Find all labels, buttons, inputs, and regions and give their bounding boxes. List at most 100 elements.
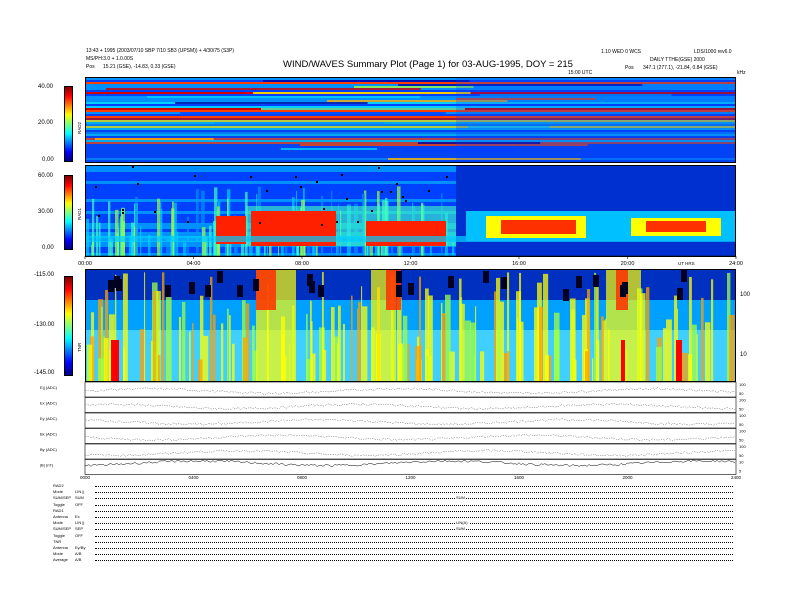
time-axis-unit: UT HRS <box>678 261 695 266</box>
footer-dots <box>95 492 733 494</box>
line-series <box>84 418 736 426</box>
line-tick-hi: 100 <box>739 382 746 387</box>
footer-key: Toggle <box>53 532 65 538</box>
header-pos-value-right: 347.1 (277.1), -21.84, 0.84 (GSE) <box>643 65 718 71</box>
header-pos-label-left: Pos <box>86 64 95 70</box>
footer-dots <box>95 560 733 562</box>
header-pos-label-right: Pos <box>625 65 634 71</box>
footer-dots <box>95 486 733 487</box>
rad1-tick-bottom: 0.00 <box>42 245 54 251</box>
bottom-axis-tick: 0400 <box>188 475 199 480</box>
tnr-tick-top: -115.00 <box>34 272 54 278</box>
footer-row: Antenna Ey/By <box>53 545 733 551</box>
footer-dots <box>95 541 733 543</box>
line-tick-lo: 50 <box>739 438 744 443</box>
footer-dots <box>95 535 733 537</box>
footer-row: Mode LIN || <box>53 489 733 495</box>
line-label: Bx (ADC) <box>40 432 58 437</box>
time-axis-tick: 20:00 <box>621 261 635 267</box>
footer-key: RAD2 <box>53 483 64 488</box>
footer-key: Mode <box>53 489 64 495</box>
page-title: WIND/WAVES Summary Plot (Page 1) for 03-… <box>283 59 573 70</box>
bottom-axis-tick: 0800 <box>297 475 308 480</box>
footer-key: Mode <box>53 551 64 557</box>
line-tick-lo: 50 <box>739 422 744 427</box>
rad2-spectrogram-image <box>86 78 735 162</box>
line-tick-hi: 100 <box>739 429 746 434</box>
footer-dots <box>95 554 733 556</box>
footer-key: RAD1 <box>53 507 64 513</box>
line-panel <box>84 428 737 444</box>
footer-row: Mode A/B <box>53 551 733 557</box>
time-axis: 00:00 04:00 08:00 12:00 16:00 20:00 24:00 UT HR… <box>78 255 743 267</box>
line-tick-lo: 50 <box>739 453 744 458</box>
header-info-2: MS/PH:3.0 + 1.0.00S <box>86 56 134 62</box>
footer-dots <box>95 504 733 506</box>
footer-dots <box>95 498 733 500</box>
footer-value: SEP <box>75 526 84 532</box>
bottom-axis-tick: 0000 <box>80 475 91 480</box>
line-series <box>84 449 736 457</box>
tnr-tick-mid: -130.00 <box>34 322 55 328</box>
rad2-label: RAD2 <box>77 121 82 134</box>
header-info-right-2: DAILY TTHE(GSE) 2000 <box>650 57 705 63</box>
rad2-spectrogram <box>85 77 736 163</box>
rad1-spectrogram-image <box>86 166 735 256</box>
footer-key: SUM/SEP <box>53 526 72 532</box>
footer-value: OFF <box>75 532 83 538</box>
line-series <box>84 434 736 442</box>
header-top-unit: kHz <box>737 70 746 76</box>
line-tick-hi: 100 <box>739 444 746 449</box>
line-label: E|| (ADC) <box>40 385 58 390</box>
footer-key: Mode <box>53 520 64 526</box>
header-info-right-1b: LDS/1000 rev6.0 <box>694 49 732 55</box>
footer-value: Ex <box>75 514 80 519</box>
time-axis-tick: 04:00 <box>187 261 201 267</box>
rad1-spectrogram <box>85 165 736 257</box>
line-tick-lo: 50 <box>739 391 744 396</box>
time-axis-tick: 24:00 <box>729 261 743 267</box>
line-panel <box>84 381 737 398</box>
time-axis-tick: 12:00 <box>404 261 418 267</box>
tnr-tick-bottom: -145.00 <box>34 370 55 376</box>
line-panel <box>84 443 737 460</box>
rad2-tick-bottom: 0.00 <box>42 157 54 163</box>
footer-key: Antenna <box>53 545 68 550</box>
line-label: Ey (ADC) <box>40 416 58 421</box>
footer-row: Antenna Ex <box>53 514 733 520</box>
footer-value: SUM <box>75 495 84 501</box>
footer-row: SUM/SEP SUM SUM <box>53 495 733 501</box>
footer-mid-value: SUM <box>455 495 466 501</box>
footer-row: Toggle OFF <box>53 502 733 508</box>
rad1-label: RAD1 <box>77 207 82 220</box>
line-label: |B| (nT) <box>40 463 54 468</box>
header-top-time: 15:00 UTC <box>568 70 593 76</box>
footer-key: Antenna <box>53 514 68 519</box>
footer-mid-value: SUM <box>455 526 466 532</box>
tnr-label: TNR <box>77 342 82 352</box>
line-label: By (ADC) <box>40 447 58 452</box>
footer-key: SUM/SEP <box>53 495 72 501</box>
bottom-axis-tick: 2400 <box>731 475 742 480</box>
bottom-axis-tick: 1200 <box>405 475 416 480</box>
header-pos-value-left: 15.21 (GSE), -14.83, 0.33 (GSE) <box>103 64 176 70</box>
footer-value: LIN || <box>75 520 85 526</box>
tnr-right-tick-100: 100 <box>740 292 751 298</box>
footer-value: A/B <box>75 557 82 563</box>
footer-row: SUM/SEP SEP SUM <box>53 526 733 532</box>
header-info-right-1a: 1.10 WED 0 WCS <box>601 49 642 55</box>
rad2-colorbar <box>64 86 73 162</box>
footer-value: OFF <box>75 501 83 507</box>
header-info-1: 13:43 + 1995 (2003/07/10 SBP 7/10 SB3 (U… <box>86 48 235 54</box>
footer-dots <box>95 510 733 512</box>
footer-dots <box>95 523 733 525</box>
time-axis-tick: 00:00 <box>78 261 92 267</box>
footer-mid-value: LIN(A) <box>455 520 469 526</box>
footer-key: TNR <box>53 538 62 544</box>
line-series <box>84 402 736 411</box>
footer-row: RAD1 <box>53 508 733 514</box>
footer-dots <box>95 548 733 549</box>
footer-key: Average <box>53 557 68 563</box>
footer-key: Toggle <box>53 501 65 507</box>
rad1-colorbar <box>64 175 73 250</box>
